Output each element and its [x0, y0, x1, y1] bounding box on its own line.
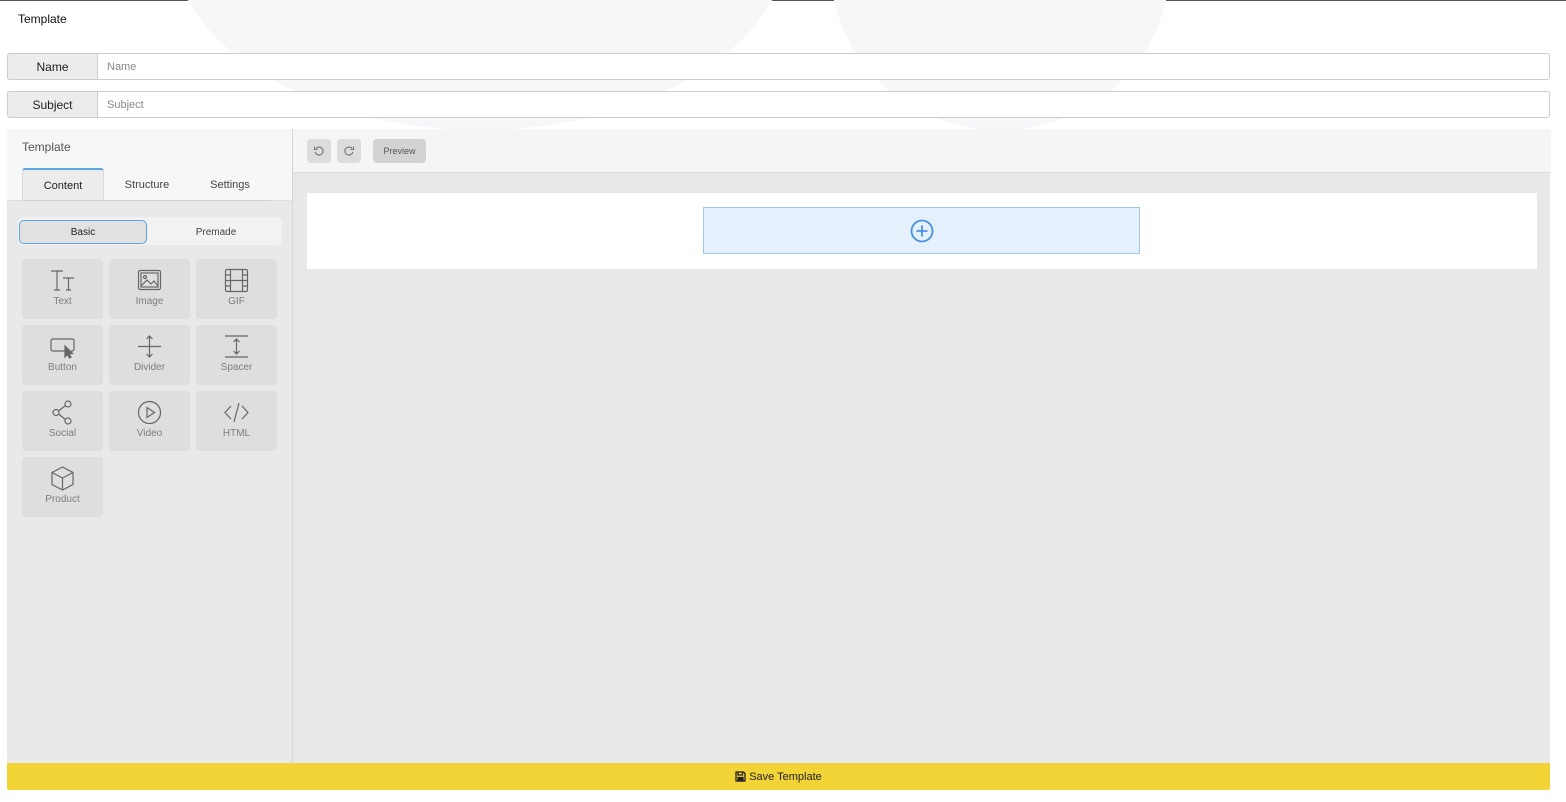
- block-label: GIF: [228, 296, 245, 307]
- undo-button[interactable]: [307, 139, 331, 163]
- block-gif[interactable]: GIF: [196, 259, 277, 319]
- subtab-basic[interactable]: Basic: [19, 220, 147, 244]
- top-border: [0, 0, 1566, 1]
- redo-button[interactable]: [337, 139, 361, 163]
- plus-circle-icon: [910, 219, 933, 242]
- block-label: Social: [48, 428, 77, 439]
- tab-settings[interactable]: Settings: [191, 168, 269, 201]
- cube-icon: [51, 466, 74, 491]
- block-label: Product: [45, 494, 80, 505]
- block-spacer[interactable]: Spacer: [196, 325, 277, 385]
- block-text[interactable]: Text: [22, 259, 103, 319]
- block-label: Text: [53, 296, 72, 307]
- subject-input[interactable]: [97, 91, 1550, 118]
- blocks-sidebar: Template Content Structure Settings Basi…: [7, 129, 292, 763]
- sidebar-header: Template Content Structure Settings: [7, 129, 292, 201]
- image-icon: [137, 269, 162, 291]
- block-label: HTML: [222, 428, 251, 439]
- spacer-icon: [225, 335, 248, 358]
- button-cursor-icon: [50, 338, 75, 359]
- block-image[interactable]: Image: [109, 259, 190, 319]
- add-block-zone[interactable]: [703, 207, 1140, 254]
- email-body: [307, 193, 1537, 269]
- redo-icon: [344, 146, 355, 156]
- block-label: Divider: [133, 362, 166, 373]
- block-social[interactable]: Social: [22, 391, 103, 451]
- save-template-button[interactable]: Save Template: [7, 763, 1550, 790]
- block-label: Button: [48, 362, 77, 373]
- subtab-premade[interactable]: Premade: [152, 220, 280, 244]
- block-category-switch: Basic Premade: [18, 217, 282, 245]
- block-html[interactable]: HTML: [196, 391, 277, 451]
- block-label: Image: [135, 296, 164, 307]
- block-divider[interactable]: Divider: [109, 325, 190, 385]
- text-icon: [51, 270, 74, 291]
- name-field-row: Name: [7, 53, 1550, 80]
- block-label: Video: [136, 428, 163, 439]
- divider-icon: [138, 335, 161, 358]
- subject-label: Subject: [7, 91, 97, 118]
- save-template-label: Save Template: [749, 770, 822, 783]
- sidebar-title: Template: [22, 140, 71, 154]
- code-icon: [224, 402, 249, 423]
- block-video[interactable]: Video: [109, 391, 190, 451]
- canvas-toolbar: Preview: [293, 129, 1551, 173]
- page-title: Template: [18, 12, 67, 26]
- undo-icon: [313, 146, 324, 156]
- floppy-disk-icon: [735, 771, 746, 782]
- tab-underline: [22, 200, 270, 201]
- tab-structure[interactable]: Structure: [107, 168, 187, 201]
- film-icon: [224, 268, 249, 293]
- preview-button[interactable]: Preview: [373, 139, 426, 163]
- name-input[interactable]: [97, 53, 1550, 80]
- tab-content[interactable]: Content: [22, 168, 104, 201]
- block-label: Spacer: [220, 362, 253, 373]
- email-editor: Template Content Structure Settings Basi…: [7, 129, 1551, 763]
- subject-field-row: Subject: [7, 91, 1550, 118]
- block-product[interactable]: Product: [22, 457, 103, 517]
- play-icon: [137, 400, 162, 425]
- share-icon: [52, 400, 72, 425]
- block-button[interactable]: Button: [22, 325, 103, 385]
- name-label: Name: [7, 53, 97, 80]
- canvas-area: Preview: [292, 129, 1551, 763]
